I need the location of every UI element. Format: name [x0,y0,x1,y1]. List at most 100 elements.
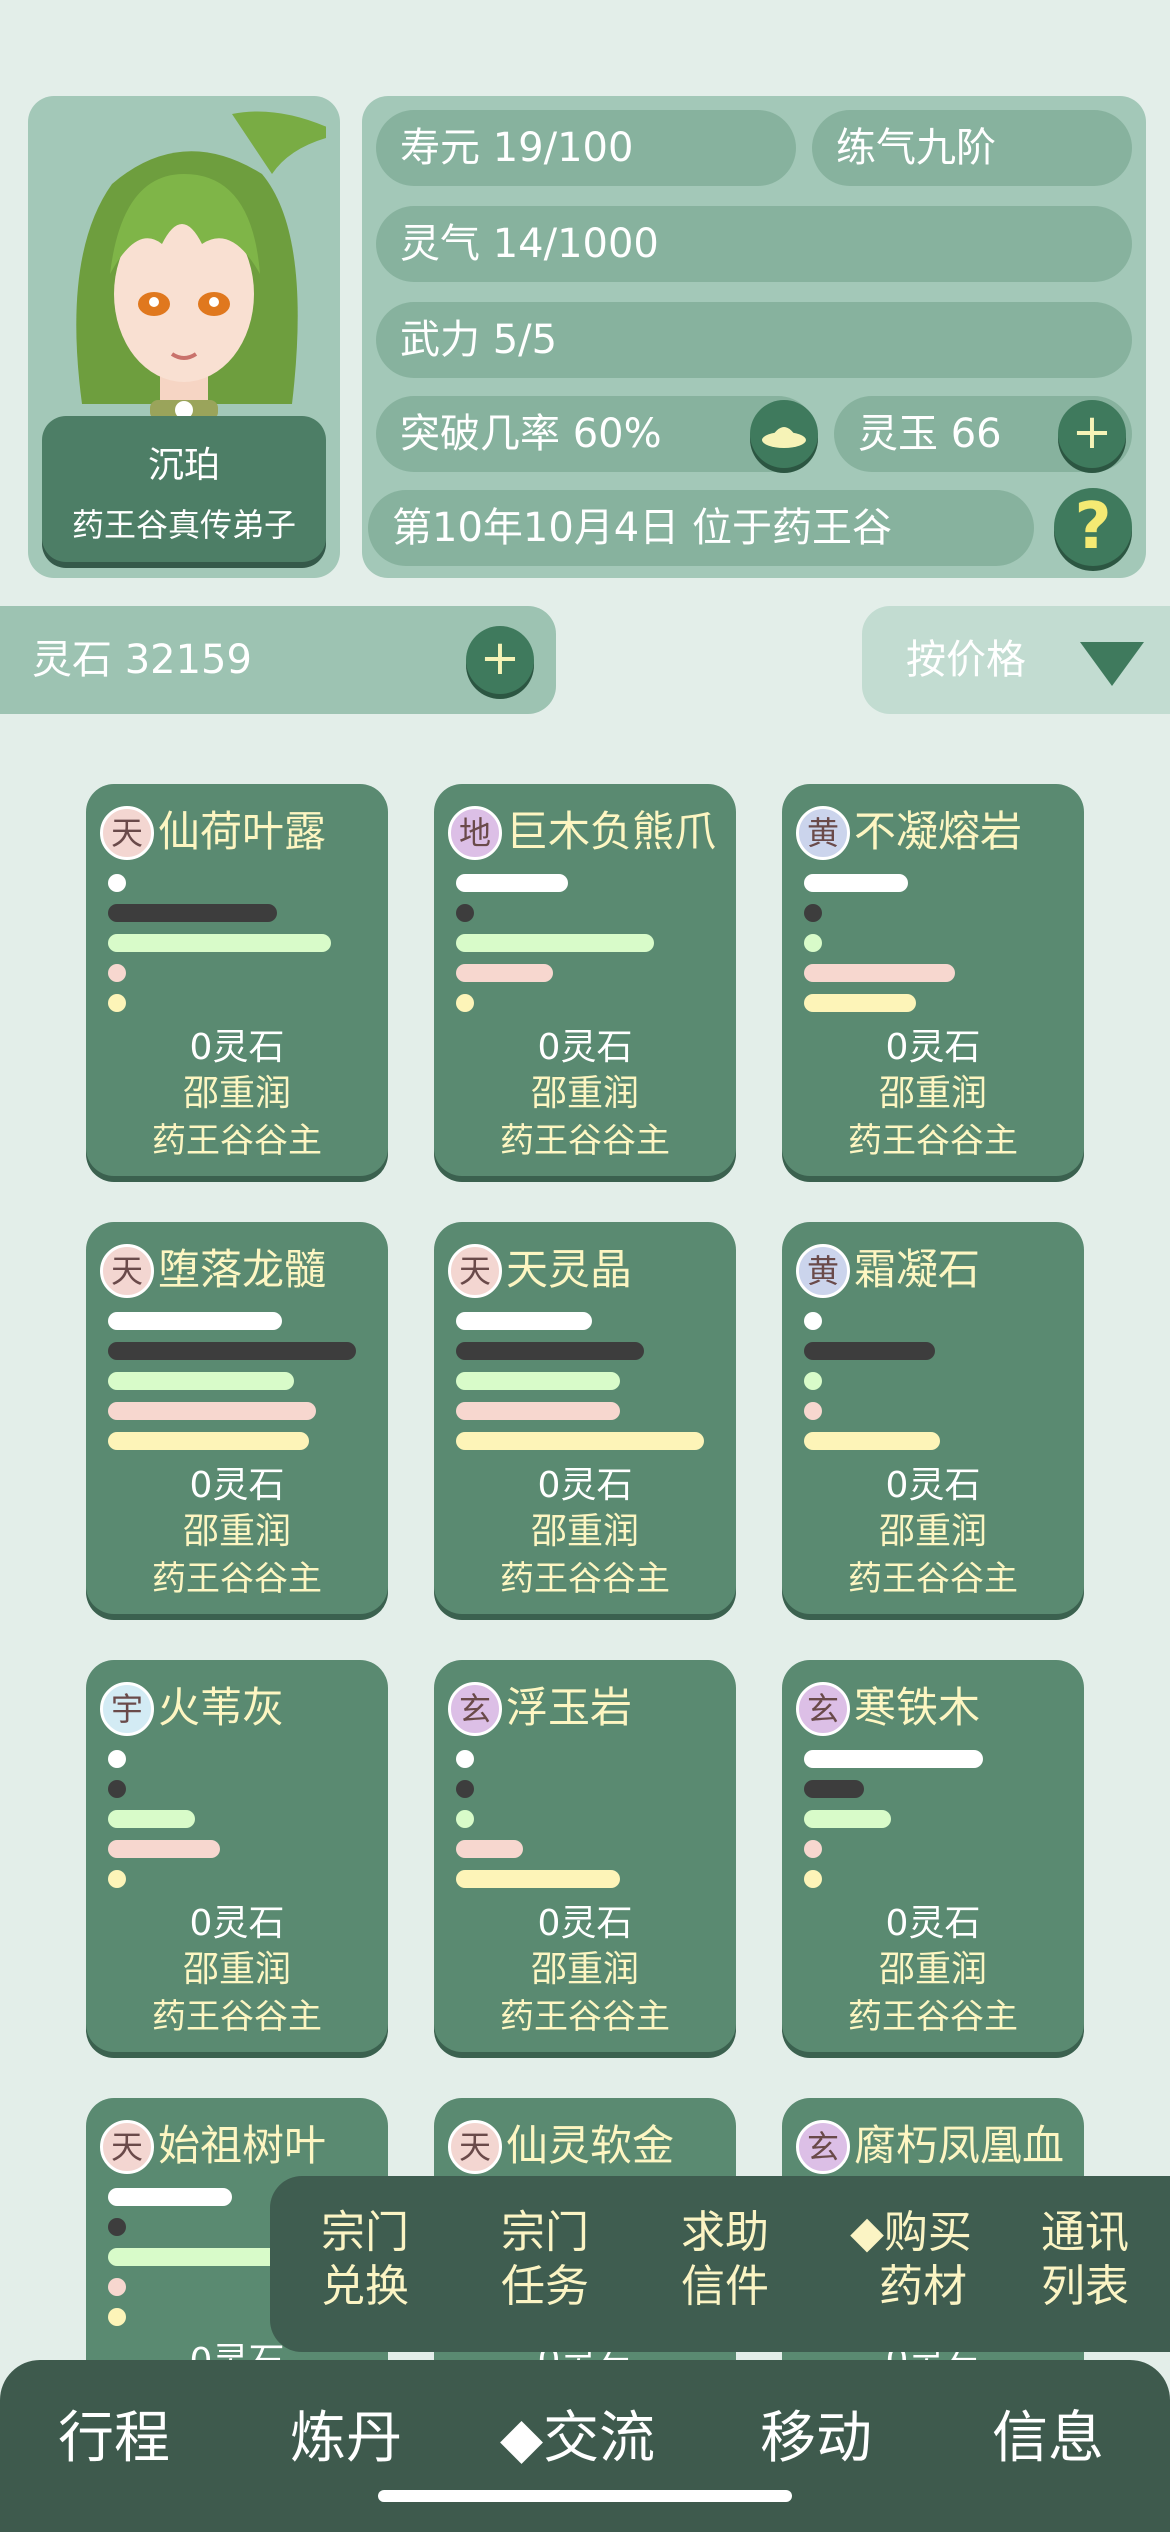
attribute-bar [804,874,908,892]
item-name: 堕落龙髓 [158,1245,327,1294]
attribute-bar [108,994,126,1012]
item-card[interactable]: 玄浮玉岩 0灵石 邵重润 药王谷谷主 [434,1660,736,2052]
attribute-bar [804,934,822,952]
item-name: 不凝熔岩 [854,807,1023,856]
item-card[interactable]: 地巨木负熊爪 0灵石邵重润药王谷谷主 [434,784,736,1176]
submenu-sect-exchange[interactable]: 宗门 兑换 [290,2206,440,2314]
nav-info[interactable]: 信息 [992,2404,1104,2474]
grade-badge: 天 [448,2120,502,2174]
item-name: 寒铁木 [854,1683,981,1732]
item-name: 火苇灰 [158,1683,285,1732]
attribute-bar [456,1372,620,1390]
grade-badge: 地 [448,806,502,860]
attribute-bar [804,1432,940,1450]
item-owner: 邵重润 [530,1073,639,1114]
submenu-contacts-list[interactable]: 通讯 列表 [1010,2206,1160,2314]
grade-badge: 天 [100,2120,154,2174]
add-spirit-jade-button[interactable]: + [1058,400,1126,468]
submenu-sect-tasks[interactable]: 宗门 任务 [470,2206,620,2314]
item-owner-title: 药王谷谷主 [500,1997,670,2037]
attribute-bar [456,994,474,1012]
attribute-bar [456,1312,592,1330]
attribute-bar [456,1810,474,1828]
spirit-qi-stat: 灵气 14/1000 [376,206,1132,282]
item-owner: 邵重润 [530,1511,639,1552]
item-card[interactable]: 天仙荷叶露 0灵石 邵重润 药王谷谷主 [86,784,388,1176]
item-price: 0灵石 [189,1903,285,1944]
item-price: 0灵石 [537,1027,633,1068]
grade-badge: 天 [100,806,154,860]
nav-communication[interactable]: ◆交流 [500,2404,655,2474]
help-button[interactable]: ? [1054,488,1132,566]
grade-badge: 黄 [796,1244,850,1298]
character-portrait-panel: 沉珀 药王谷真传弟子 [28,96,340,578]
grade-badge: 天 [448,1244,502,1298]
item-price: 0灵石 [537,1903,633,1944]
attribute-bar [108,1312,282,1330]
character-title: 药王谷真传弟子 [71,506,296,544]
item-owner-title: 药王谷谷主 [848,1121,1018,1161]
nav-itinerary[interactable]: 行程 [58,2404,170,2474]
attribute-bar [804,904,822,922]
item-price: 0灵石 [885,1903,981,1944]
attribute-bar [108,1342,356,1360]
item-price: 0灵石 [189,1465,285,1506]
breakthrough-label: 突破几率 60% [400,411,662,457]
date-location-stat: 第10年10月4日 位于药王谷 [368,490,1034,566]
attribute-bar [456,1840,523,1858]
attribute-bar [456,964,553,982]
item-owner-title: 药王谷谷主 [848,1559,1018,1599]
item-card[interactable]: 玄寒铁木 0灵石 邵重润 药王谷谷主 [782,1660,1084,2052]
item-owner-title: 药王谷谷主 [152,1997,322,2037]
attribute-bar [108,1432,309,1450]
nav-move[interactable]: 移动 [760,2404,872,2474]
sort-dropdown[interactable]: 按价格 [862,606,1170,714]
grade-badge: 玄 [448,1682,502,1736]
item-card[interactable]: 黄不凝熔岩 0灵石 邵重润 药王谷谷主 [782,784,1084,1176]
item-owner: 邵重润 [182,1073,291,1114]
attribute-bar [108,904,277,922]
attribute-bar [804,1750,983,1768]
grade-badge: 宇 [100,1682,154,1736]
attribute-bar [108,2308,126,2326]
item-card[interactable]: 天堕落龙髓 0灵石 邵重润 药王谷谷主 [86,1222,388,1614]
spirit-jade-label: 灵玉 66 [858,411,1002,457]
attribute-bar [108,1810,195,1828]
item-name: 仙荷叶露 [158,807,327,856]
submenu-buy-herbs[interactable]: ◆购买 药材 [826,2206,996,2314]
grade-badge: 玄 [796,2120,850,2174]
item-price: 0灵石 [537,1465,633,1506]
attribute-bar [804,1372,822,1390]
item-card[interactable]: 天天灵晶 0灵石 邵重润 药王谷谷主 [434,1222,736,1614]
attribute-bar [108,1780,126,1798]
nav-alchemy[interactable]: 炼丹 [290,2404,402,2474]
attribute-bar [804,1402,822,1420]
item-name: 始祖树叶 [158,2121,327,2170]
item-owner: 邵重润 [878,1949,987,1990]
force-stat: 武力 5/5 [376,302,1132,378]
item-name: 仙灵软金 [506,2121,675,2170]
attribute-bar [804,1312,822,1330]
submenu-help-letters[interactable]: 求助 信件 [650,2206,800,2314]
item-name: 巨木负熊爪 [506,807,717,856]
item-card[interactable]: 黄霜凝石 0灵石 邵重润 药王谷谷主 [782,1222,1084,1614]
attribute-bar [456,1342,644,1360]
plus-icon: + [479,630,521,686]
character-name-card[interactable]: 沉珀 药王谷真传弟子 [42,416,326,562]
item-owner: 邵重润 [530,1949,639,1990]
attribute-bar [804,1342,935,1360]
grade-badge: 玄 [796,1682,850,1736]
attribute-bar [456,874,568,892]
item-owner-title: 药王谷谷主 [500,1121,670,1161]
item-card[interactable]: 宇火苇灰 0灵石邵重润药王谷谷主 [86,1660,388,2052]
attribute-bar [108,2218,126,2236]
attribute-bar [108,1840,220,1858]
attribute-bar [108,1402,316,1420]
breakthrough-button[interactable] [750,400,818,468]
character-name: 沉珀 [147,445,220,486]
item-owner-title: 药王谷谷主 [152,1559,322,1599]
item-owner: 邵重润 [182,1949,291,1990]
add-spirit-stone-button[interactable]: + [466,626,534,694]
sort-label: 按价格 [906,637,1026,683]
item-name: 腐朽凤凰血 [854,2121,1065,2170]
